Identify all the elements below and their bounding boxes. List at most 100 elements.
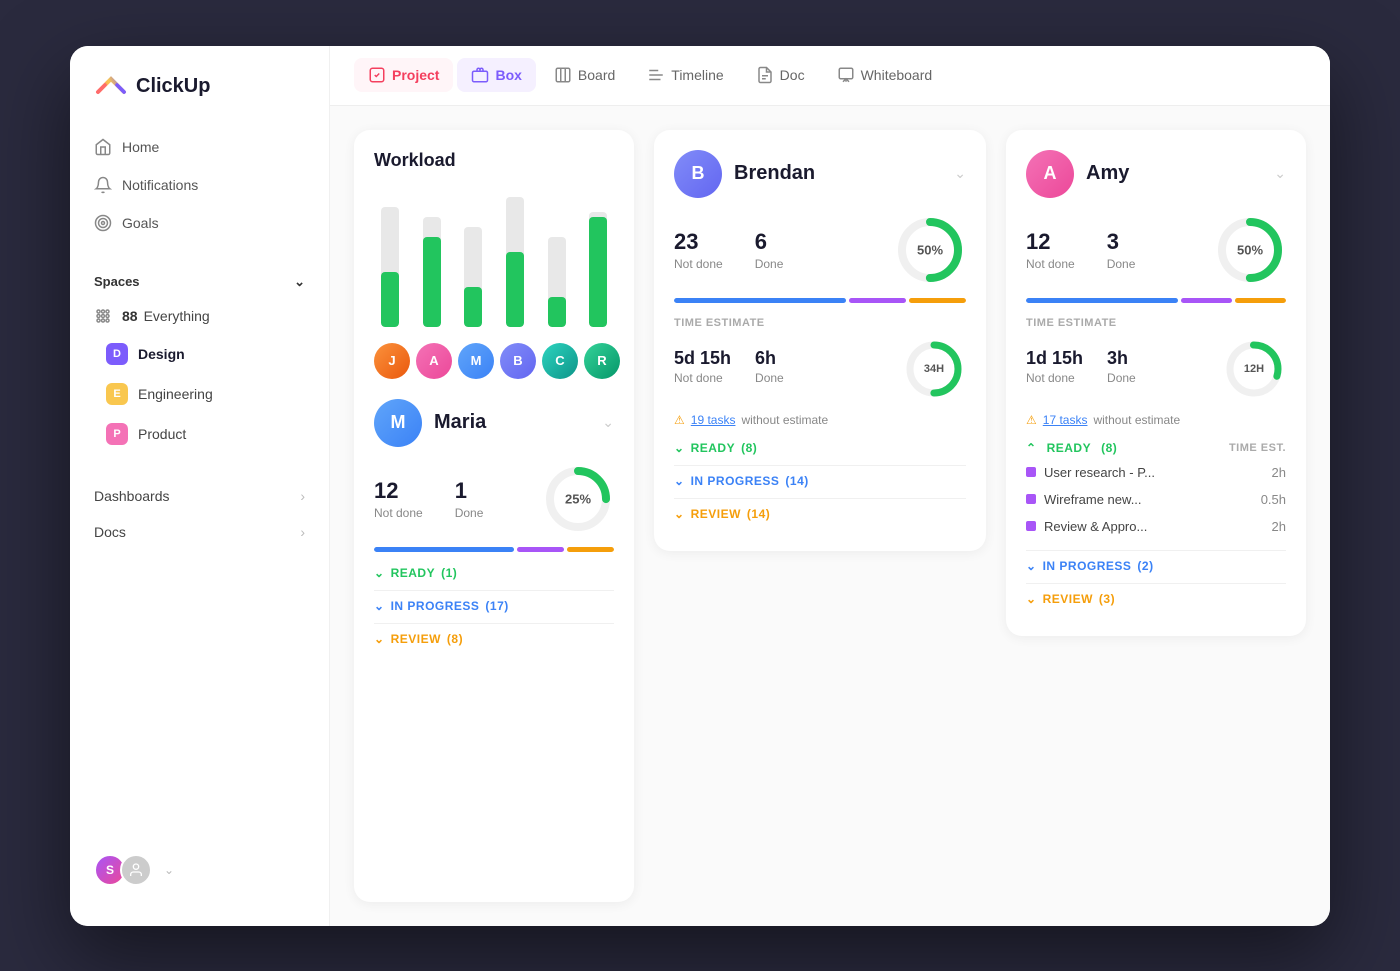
maria-donut: 25% <box>542 463 614 535</box>
amy-inprogress-header[interactable]: ⌄ IN PROGRESS (2) <box>1026 559 1286 573</box>
amy-ready-count: (8) <box>1101 441 1117 455</box>
tab-box[interactable]: Box <box>457 58 535 92</box>
bar-3 <box>457 227 489 327</box>
brendan-pb-blue <box>674 298 846 303</box>
sidebar-item-home[interactable]: Home <box>82 128 317 166</box>
amy-inprogress-label: IN PROGRESS <box>1043 559 1132 573</box>
content-area: Workload <box>330 106 1330 926</box>
brendan-review-count: (14) <box>747 507 770 521</box>
amy-task-3: Review & Appro... 2h <box>1026 513 1286 540</box>
tab-project-label: Project <box>392 67 439 83</box>
amy-warning-link[interactable]: 17 tasks <box>1043 413 1088 427</box>
brendan-chevron[interactable]: ⌄ <box>954 165 966 182</box>
tab-whiteboard[interactable]: Whiteboard <box>823 58 947 92</box>
workload-avatar-6: R <box>584 343 620 379</box>
bar-fill-1 <box>381 272 399 327</box>
brendan-review-label: REVIEW <box>691 507 741 521</box>
tab-timeline[interactable]: Timeline <box>633 58 737 92</box>
task-name-2: Wireframe new... <box>1044 492 1142 507</box>
amy-time-section: TIME ESTIMATE 1d 15h Not done 3h Done <box>1026 317 1286 401</box>
amy-pb-blue <box>1026 298 1178 303</box>
tab-board-label: Board <box>578 67 615 83</box>
amy-time-est-col: TIME EST. <box>1229 442 1286 454</box>
goals-icon <box>94 214 112 232</box>
brendan-avatar: B <box>674 150 722 198</box>
amy-inprogress-count: (2) <box>1137 559 1153 573</box>
home-icon <box>94 138 112 156</box>
amy-time-d-label: Done <box>1107 371 1136 385</box>
amy-review-header[interactable]: ⌄ REVIEW (3) <box>1026 592 1286 606</box>
amy-task-1: User research - P... 2h <box>1026 459 1286 486</box>
brendan-inprogress-label: IN PROGRESS <box>691 474 780 488</box>
maria-review-count: (8) <box>447 632 463 646</box>
sidebar-logo: ClickUp <box>70 70 329 128</box>
sidebar-item-docs[interactable]: Docs › <box>70 514 329 550</box>
amy-card: A Amy ⌄ 12 Not done 3 Done <box>1006 130 1306 636</box>
amy-time-row: 1d 15h Not done 3h Done <box>1026 337 1286 401</box>
brendan-donut-label: 34H <box>924 363 944 375</box>
maria-header: M Maria ⌄ <box>374 399 614 447</box>
maria-name: Maria <box>434 411 486 434</box>
maria-not-done: 12 Not done <box>374 478 423 520</box>
tab-doc-label: Doc <box>780 67 805 83</box>
everything-label: 88 Everything <box>122 308 210 324</box>
amy-ready-header[interactable]: ⌃ READY (8) TIME EST. <box>1026 441 1286 455</box>
notifications-label: Notifications <box>122 177 198 193</box>
maria-inprogress-count: (17) <box>485 599 508 613</box>
maria-chevron[interactable]: ⌄ <box>602 414 614 431</box>
amy-task-2: Wireframe new... 0.5h <box>1026 486 1286 513</box>
user-avatar-2[interactable] <box>120 854 152 886</box>
a-ready-chevron: ⌃ <box>1026 441 1037 455</box>
sidebar-item-everything[interactable]: 88 Everything <box>70 298 329 334</box>
brendan-time-label: TIME ESTIMATE <box>674 317 966 329</box>
sidebar-item-product[interactable]: P Product <box>82 414 317 454</box>
maria-ready-header[interactable]: ⌄ READY (1) <box>374 566 614 580</box>
brendan-ready-header[interactable]: ⌄ READY (8) <box>674 441 966 455</box>
spaces-label: Spaces <box>94 274 140 289</box>
maria-review-header[interactable]: ⌄ REVIEW (8) <box>374 632 614 646</box>
bar-fill-4 <box>506 252 524 327</box>
workload-avatar-3: M <box>458 343 494 379</box>
sidebar-item-dashboards[interactable]: Dashboards › <box>70 478 329 514</box>
task-dot-1 <box>1026 467 1036 477</box>
amy-stats: 12 Not done 3 Done 50% <box>1026 214 1286 286</box>
tab-board[interactable]: Board <box>540 58 629 92</box>
bar-fill-2 <box>423 237 441 327</box>
brendan-time-values: 5d 15h Not done 6h Done <box>674 348 902 385</box>
bar-2 <box>416 217 448 327</box>
spaces-header[interactable]: Spaces ⌄ <box>70 266 329 298</box>
brendan-inprogress-header[interactable]: ⌄ IN PROGRESS (14) <box>674 474 966 488</box>
bar-bg-6 <box>589 212 607 327</box>
amy-progress <box>1026 298 1286 303</box>
brendan-warning-link[interactable]: 19 tasks <box>691 413 736 427</box>
tab-doc[interactable]: Doc <box>742 58 819 92</box>
amy-percent: 50% <box>1237 242 1263 257</box>
sidebar-item-engineering[interactable]: E Engineering <box>82 374 317 414</box>
workload-avatar-2: A <box>416 343 452 379</box>
bar-bg-1 <box>381 207 399 327</box>
brendan-not-done-value: 23 <box>674 229 723 255</box>
whiteboard-icon <box>837 66 855 84</box>
amy-pb-yellow <box>1235 298 1286 303</box>
brendan-pb-yellow <box>909 298 966 303</box>
brendan-warning-suffix: without estimate <box>741 413 828 427</box>
brendan-review-header[interactable]: ⌄ REVIEW (14) <box>674 507 966 521</box>
workload-avatar-5: C <box>542 343 578 379</box>
maria-inprogress-header[interactable]: ⌄ IN PROGRESS (17) <box>374 599 614 613</box>
sidebar-item-design[interactable]: D Design <box>82 334 317 374</box>
brendan-info: B Brendan <box>674 150 815 198</box>
divider-2 <box>374 623 614 624</box>
amy-donut-label: 12H <box>1244 363 1264 375</box>
tab-project[interactable]: Project <box>354 58 453 92</box>
a-divider-2 <box>1026 583 1286 584</box>
sidebar-item-goals[interactable]: Goals <box>82 204 317 242</box>
brendan-time-done-val: 6h <box>755 348 784 369</box>
user-avatars: S <box>94 854 152 886</box>
sidebar-item-notifications[interactable]: Notifications <box>82 166 317 204</box>
brendan-done-value: 6 <box>755 229 784 255</box>
b-divider-1 <box>674 465 966 466</box>
brendan-donut: 50% <box>894 214 966 286</box>
brendan-review: ⌄ REVIEW (14) <box>674 507 966 521</box>
amy-chevron[interactable]: ⌄ <box>1274 165 1286 182</box>
task-dot-2 <box>1026 494 1036 504</box>
